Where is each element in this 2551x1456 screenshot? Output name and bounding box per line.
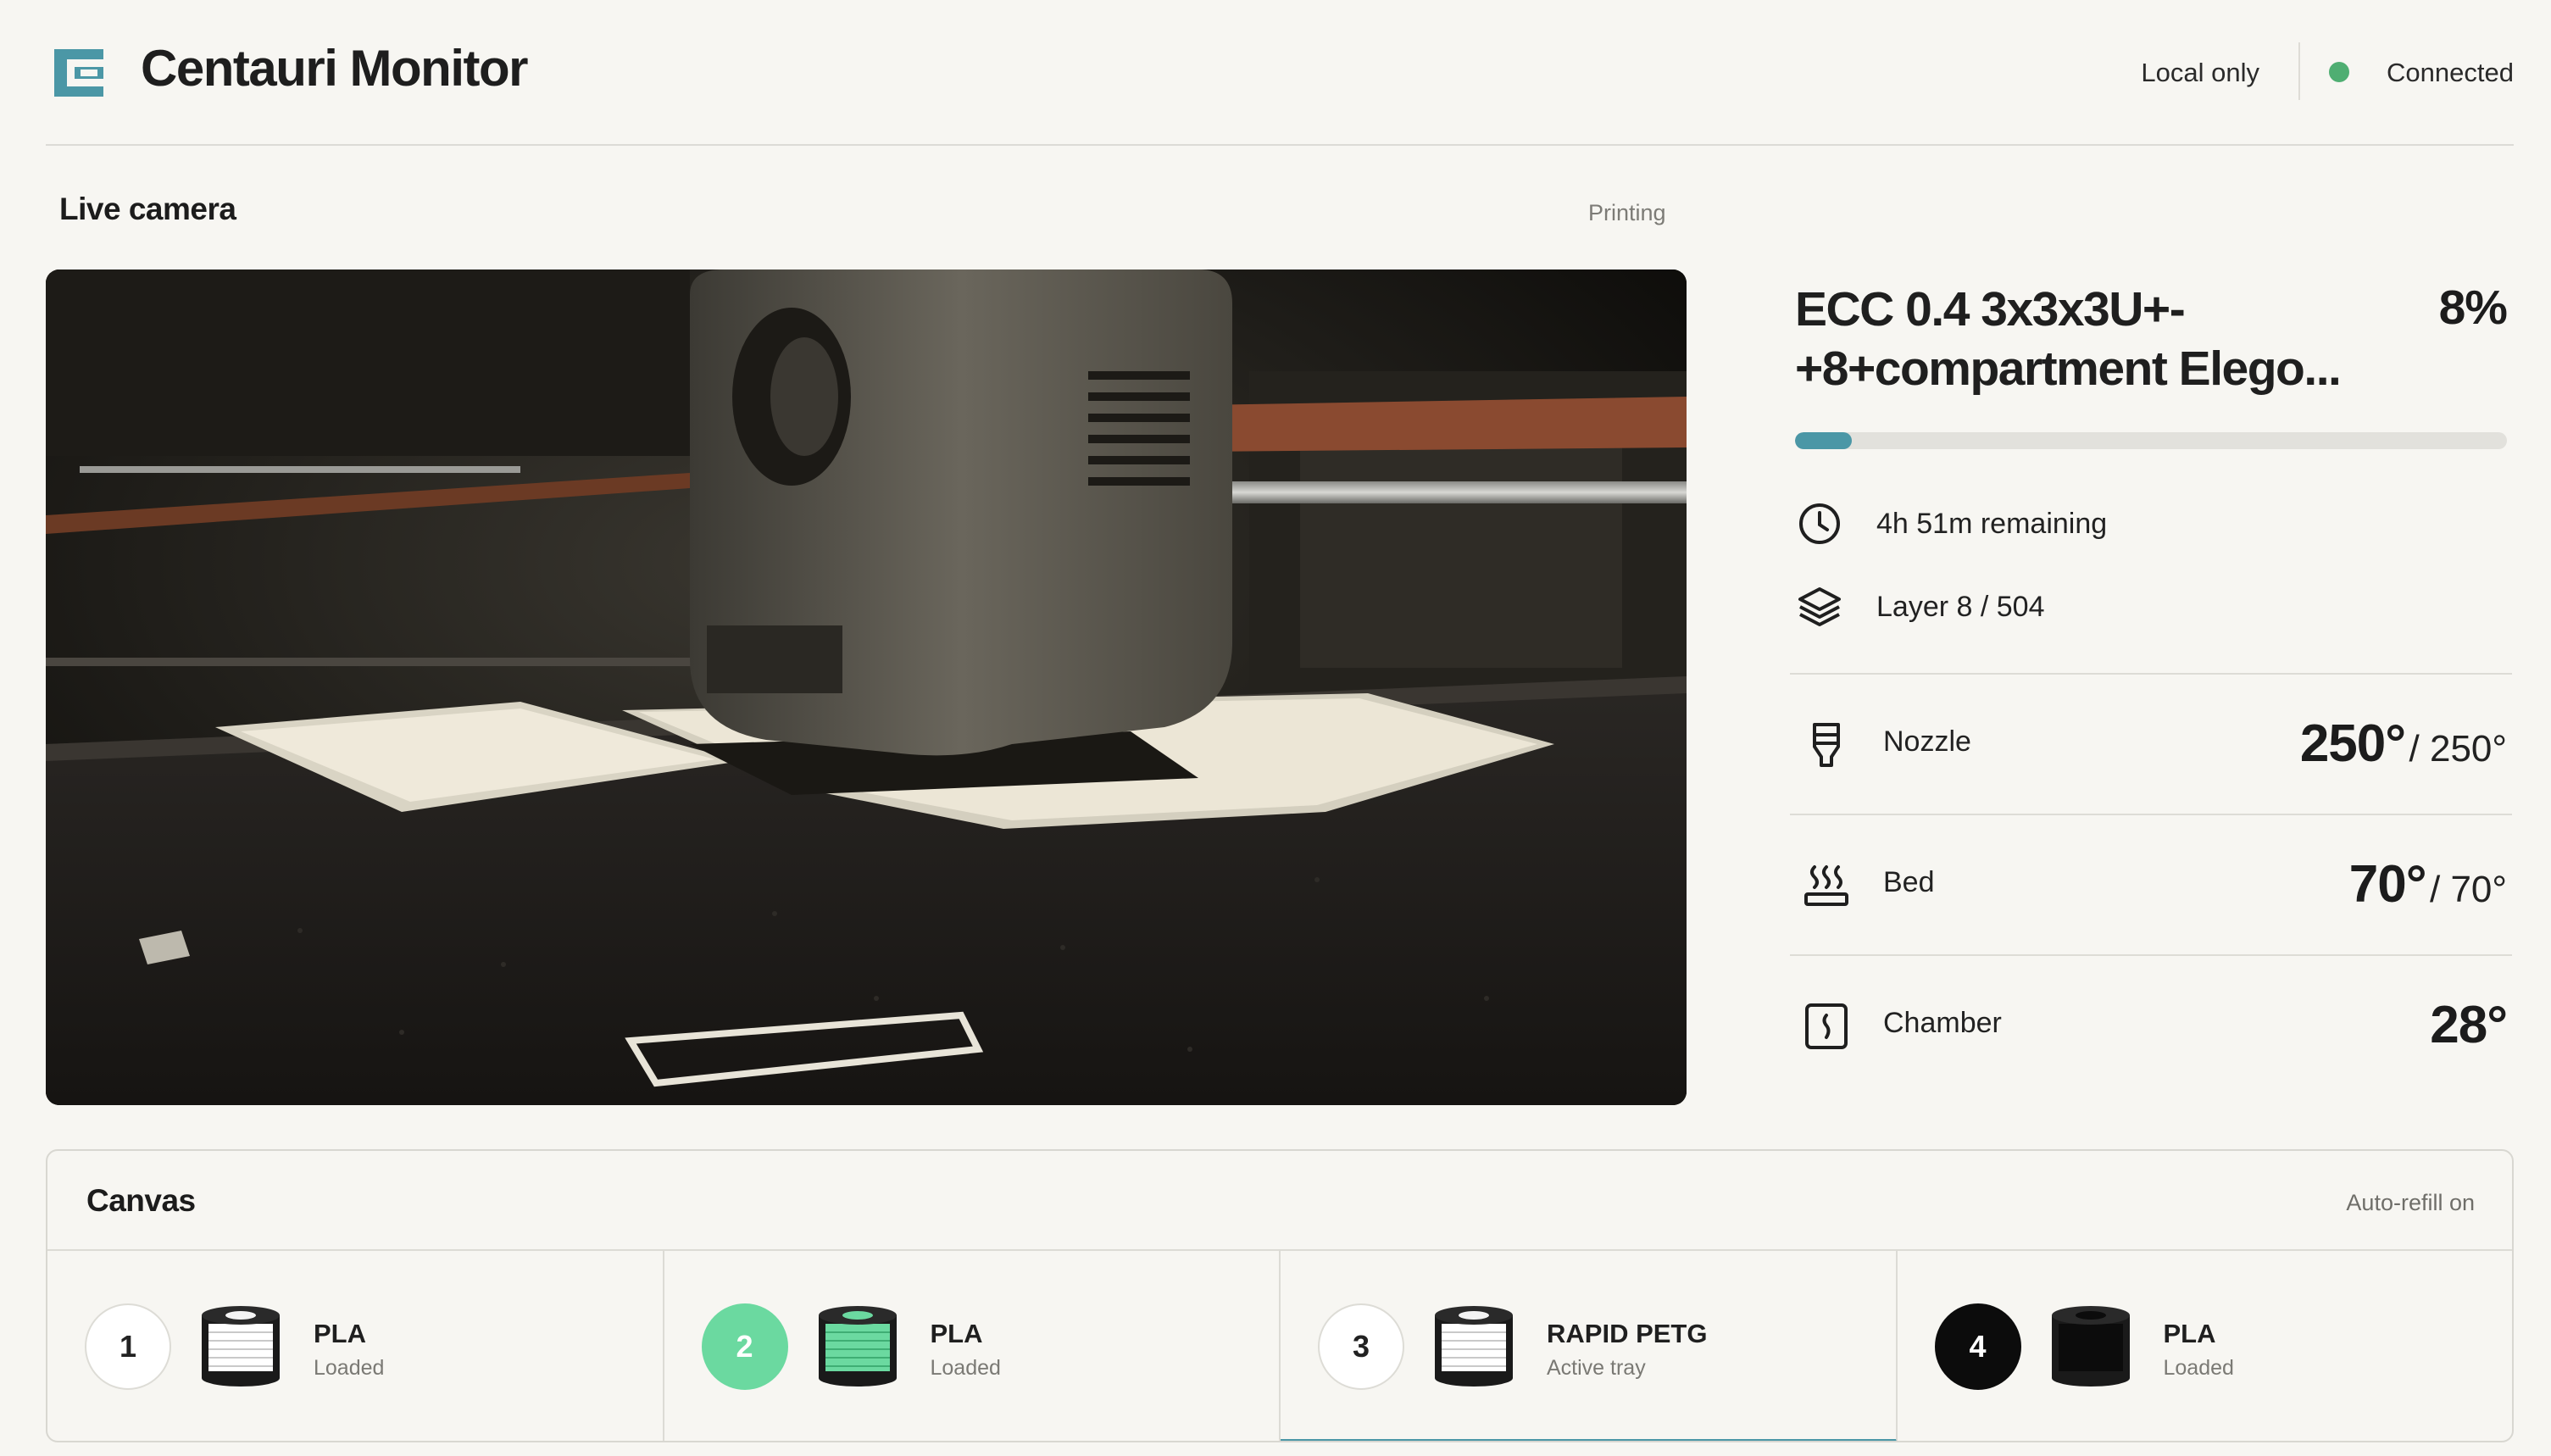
app-header: Centauri Monitor Local only Connected [46, 0, 2514, 146]
chamber-icon [1800, 1000, 1853, 1053]
heated-bed-icon [1800, 859, 1853, 912]
tray-2[interactable]: 2 PLA Loaded [664, 1251, 1281, 1441]
tray-number-badge: 1 [85, 1303, 171, 1390]
tray-material: PLA [2163, 1319, 2216, 1348]
tray-number-badge: 3 [1318, 1303, 1404, 1390]
time-remaining: 4h 51m remaining [1876, 507, 2108, 540]
spool-icon [1435, 1306, 1513, 1387]
bed-label: Bed [1883, 866, 1935, 898]
tray-number-badge: 2 [701, 1303, 788, 1390]
canvas-header: Canvas Auto-refill on [47, 1151, 2512, 1251]
tray-4[interactable]: 4 PLA Loaded [1898, 1251, 2513, 1441]
tray-number-badge: 4 [1934, 1303, 2021, 1390]
canvas-panel: Canvas Auto-refill on 1 PLA Loaded 2 PLA… [46, 1149, 2514, 1442]
chamber-temp-row: Chamber 28° [1790, 954, 2512, 1095]
tray-state: Loaded [314, 1356, 385, 1380]
tray-state: Active tray [1547, 1356, 1646, 1380]
camera-image [46, 270, 1687, 1105]
bed-temp-target: / 70° [2430, 869, 2507, 910]
job-progress-fill [1795, 432, 1853, 449]
tray-material: PLA [314, 1319, 366, 1348]
live-camera-feed[interactable] [46, 270, 1687, 1105]
monitor-page: Centauri Monitor Local only Connected Li… [0, 0, 2551, 1456]
nozzle-icon [1800, 719, 1853, 771]
tray-material: RAPID PETG [1547, 1319, 1708, 1348]
tray-material: PLA [930, 1319, 983, 1348]
nozzle-temp: 250° / 250° [2300, 714, 2507, 774]
bed-temp-current: 70° [2348, 855, 2427, 914]
connection-status-label: Connected [2387, 58, 2514, 87]
bed-temp: 70° / 70° [2349, 854, 2507, 914]
job-progress-bar [1795, 432, 2507, 449]
header-divider [2298, 42, 2300, 100]
tray-state: Loaded [930, 1356, 1001, 1380]
canvas-title: Canvas [86, 1183, 196, 1218]
nozzle-temp-row: Nozzle 250° / 250° [1790, 673, 2512, 814]
print-status-label: Printing [1588, 200, 1666, 225]
tray-list: 1 PLA Loaded 2 PLA Loaded 3 RAPID PETG A… [47, 1251, 2513, 1441]
job-name: ECC 0.4 3x3x3U+- +8+compartment Elego... [1795, 280, 2439, 398]
connection-status-dot [2329, 62, 2349, 82]
tray-3[interactable]: 3 RAPID PETG Active tray [1281, 1251, 1898, 1441]
job-progress-percent: 8% [2438, 281, 2508, 335]
nozzle-temp-current: 250° [2299, 714, 2406, 773]
clock-icon [1795, 499, 1844, 548]
bed-temp-row: Bed 70° / 70° [1790, 814, 2512, 954]
tray-1[interactable]: 1 PLA Loaded [47, 1251, 664, 1441]
layer-row: Layer 8 / 504 [1795, 581, 2044, 632]
spool-icon [202, 1306, 280, 1387]
time-remaining-row: 4h 51m remaining [1795, 498, 2107, 549]
nozzle-label: Nozzle [1883, 725, 1971, 758]
layers-icon [1795, 582, 1844, 631]
local-only-label: Local only [2141, 58, 2259, 87]
app-title: Centauri Monitor [141, 40, 528, 97]
spool-icon [2051, 1306, 2130, 1387]
tray-state: Loaded [2163, 1356, 2234, 1380]
centauri-logo-icon [54, 49, 103, 97]
chamber-temp-current: 28° [2430, 996, 2508, 1054]
chamber-label: Chamber [1883, 1007, 2002, 1039]
layer-progress: Layer 8 / 504 [1876, 590, 2045, 623]
job-name-line1: ECC 0.4 3x3x3U+- [1795, 282, 2186, 336]
live-camera-title: Live camera [59, 192, 236, 226]
spool-icon [818, 1306, 897, 1387]
chamber-temp: 28° [2430, 995, 2508, 1055]
auto-refill-status: Auto-refill on [2346, 1190, 2475, 1215]
job-name-line2: +8+compartment Elego... [1795, 342, 2342, 396]
nozzle-temp-target: / 250° [2409, 728, 2507, 770]
